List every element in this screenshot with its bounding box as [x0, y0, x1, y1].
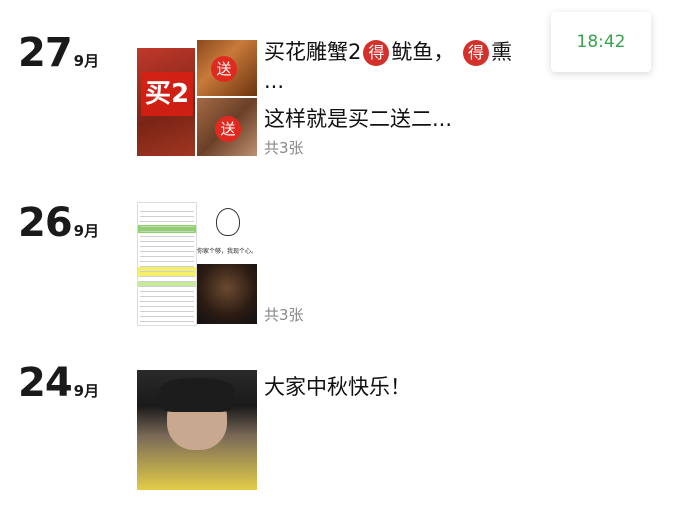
date-day: 24: [18, 360, 73, 406]
post-text: 大家中秋快乐！: [264, 375, 411, 399]
moment-entry-24[interactable]: 24 9月 大家中秋快乐！: [0, 360, 693, 500]
photo-count: 共3张: [264, 139, 304, 157]
sheet-grid: [140, 207, 194, 323]
post-line1-b: 鱿鱼，: [391, 40, 455, 64]
de-badge-2: 得: [463, 40, 490, 66]
date-month: 9月: [73, 382, 100, 400]
gift-tag-2: 送: [215, 116, 241, 142]
photo-count: 共3张: [264, 306, 304, 324]
photo-thumbnail-dark[interactable]: [197, 264, 257, 324]
date-label: 27 9月: [18, 30, 99, 76]
date-label: 24 9月: [18, 360, 99, 406]
post-text: 买花雕蟹2 得鱿鱼， 得熏: [264, 37, 512, 67]
meme-caption: 你家个够，我现个心。: [197, 248, 257, 255]
photo-thumbnail-meme[interactable]: 你家个够，我现个心。: [197, 202, 257, 262]
date-month: 9月: [73, 222, 100, 240]
moment-entry-26[interactable]: 26 9月 你家个够，我现个心。 共3张: [0, 200, 693, 330]
photo-thumbnail-squid-2[interactable]: 送: [197, 98, 257, 156]
post-line3: 这样就是买二送二...: [264, 107, 453, 131]
date-day: 27: [18, 30, 73, 76]
photo-thumbnail-spreadsheet[interactable]: [137, 202, 197, 326]
photo-thumbnail-selfie[interactable]: [137, 370, 257, 490]
hair: [159, 378, 235, 412]
photo-thumbnail-crab[interactable]: 买2: [137, 48, 195, 156]
date-day: 26: [18, 200, 73, 246]
de-badge-1: 得: [363, 40, 390, 66]
post-ellipsis: ...: [264, 69, 285, 93]
date-month: 9月: [73, 52, 100, 70]
post-line1-c: 熏: [491, 40, 513, 64]
photo-thumbnail-squid-1[interactable]: 送: [197, 40, 257, 96]
moment-entry-27[interactable]: 27 9月 买2 送 送 买花雕蟹2 得鱿鱼， 得熏 ... 这样就是买二送二...…: [0, 30, 693, 170]
post-line1-a: 买花雕蟹2: [264, 40, 362, 64]
meme-face: [216, 208, 240, 236]
buy2-label: 买2: [141, 72, 193, 116]
date-label: 26 9月: [18, 200, 99, 246]
gift-tag-1: 送: [211, 56, 237, 82]
